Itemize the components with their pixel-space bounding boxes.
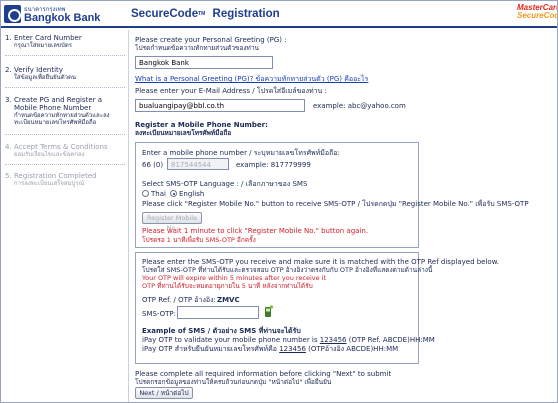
registration-label: Registration (212, 8, 280, 20)
pg-prompt-thai: โปรดกำหนดข้อความทักทายส่วนตัวของท่าน (135, 44, 259, 52)
bangkok-bank-logo: ธนาคารกรุงเทพ Bangkok Bank (4, 4, 108, 25)
sms-example-heading: Example of SMS / ตัวอย่าง SMS ที่ท่านจะไ… (142, 327, 301, 335)
step-number: 2. (5, 66, 12, 74)
step-label: Create PG and Register a Mobile Phone Nu… (14, 96, 103, 112)
otp-box: Please enter the SMS-OTP you receive and… (135, 252, 499, 364)
what-is-pg-link[interactable]: What is a Personal Greeting (PG)? ข้อควา… (135, 75, 368, 83)
footer-note-thai: โปรดกรอกข้อมูลของท่านให้ครบถ้วนก่อนกดปุ่… (135, 378, 332, 386)
sms-example-th-text: iPay OTP สำหรับยืนยันหมายเลขโทรศัพท์คือ (142, 345, 280, 353)
wait-message-thai: โปรดรอ 1 นาทีเพื่อรับ SMS-OTP อีกครั้ง (142, 236, 256, 244)
mobile-prompt: Enter a mobile phone number / ระบุหมายเล… (142, 149, 340, 157)
register-mobile-button[interactable]: Register Mobile No. (142, 212, 202, 232)
otp-instruction: Please enter the SMS-OTP you receive and… (142, 258, 500, 266)
step-label: Registration Completed (14, 172, 97, 180)
sms-otp-label: SMS-OTP: (142, 310, 177, 318)
page-title: SecureCodeTM Registration (131, 8, 280, 20)
mastercard-securecode-logo: MasterCard SecureCode (517, 3, 557, 25)
step-number: 5. (5, 172, 12, 180)
sms-example-th-ref: (OTPอ้างอิง ABCDE)HH:MM (305, 345, 399, 353)
otp-ref-label: OTP Ref. / OTP อ้างอิง: (142, 296, 216, 304)
step-number: 1. (5, 34, 12, 42)
step-number: 4. (5, 143, 12, 151)
step-label: Accept Terms & Conditions (14, 143, 108, 151)
lang-thai-label: Thai (151, 190, 166, 198)
mobile-example: example: 817779999 (236, 161, 311, 169)
lang-thai-radio[interactable] (142, 190, 149, 197)
email-example: example: abc@yahoo.com (313, 102, 406, 110)
otp-expire-note-thai: OTP ที่ท่านได้รับจะหมดอายุภายใน 5 นาที ห… (142, 282, 313, 290)
sms-example-code-th: 123456 (279, 345, 306, 353)
next-button[interactable]: Next / หน้าต่อไป (135, 387, 193, 399)
mobile-heading-thai: ลงทะเบียนหมายเลขโทรศัพท์มือถือ (135, 129, 232, 137)
country-prefix: 66 (0) (142, 161, 164, 169)
step-divider (5, 55, 125, 56)
lang-english-label: English (179, 190, 205, 198)
step-label: Enter Card Number (14, 34, 82, 42)
sms-example-en: iPay OTP to validate your mobile phone n… (142, 336, 435, 344)
step-divider (5, 87, 125, 88)
register-instruction: Please click "Register Mobile No." butto… (142, 200, 529, 208)
lang-english-radio[interactable] (170, 190, 177, 197)
mobile-heading: Register a Mobile Phone Number: (135, 121, 268, 129)
trademark-mark: TM (198, 10, 206, 17)
header: ธนาคารกรุงเทพ Bangkok Bank SecureCodeTM … (1, 1, 557, 28)
bank-name: Bangkok Bank (24, 12, 101, 24)
sms-example-en-ref: (OTP Ref. ABCDE)HH:MM (346, 336, 435, 344)
mobile-phone-icon (265, 305, 274, 317)
step-label-thai: กรุณาใส่หมายเลขบัตร (14, 42, 72, 49)
mobile-number-input[interactable]: 817544544 (167, 158, 229, 170)
step-label-thai: กำหนดข้อความทักทายส่วนตัวและลงทะเบียนหมา… (14, 112, 110, 126)
otp-ref-value: ZMVC (217, 296, 240, 304)
mobile-registration-box: Enter a mobile phone number / ระบุหมายเล… (135, 142, 529, 248)
wait-message: Please wait 1 minute to click "Register … (142, 227, 369, 235)
pg-prompt: Please create your Personal Greeting (PG… (135, 36, 287, 44)
step-label-thai: การลงทะเบียนเสร็จสมบูรณ์ (14, 180, 85, 187)
securecode-text: SecureCode (517, 11, 557, 20)
step-divider (5, 134, 125, 135)
sms-example-en-text: iPay OTP to validate your mobile phone n… (142, 336, 320, 344)
personal-greeting-input[interactable]: Bangkok Bank (135, 56, 273, 69)
step-number: 3. (5, 96, 12, 104)
otp-instruction-thai: โปรดใส่ SMS-OTP ที่ท่านได้รับและตรวจสอบ … (142, 266, 433, 274)
email-prompt: Please enter your E-Mail Address / โปรดใ… (135, 87, 327, 95)
step-label: Verify Identity (14, 66, 63, 74)
sms-otp-input[interactable] (177, 306, 259, 319)
step-divider (5, 164, 125, 165)
otp-expire-note: Your OTP will expire within 5 minutes af… (142, 274, 327, 282)
sms-example-code: 123456 (319, 336, 347, 344)
steps-sidebar: 1. Enter Card Number กรุณาใส่หมายเลขบัตร … (1, 30, 129, 402)
footer-note: Please complete all required information… (135, 370, 392, 378)
step-label-thai: ยอมรับเงื่อนไขและข้อตกลง (14, 151, 85, 158)
step-label-thai: ใส่ข้อมูลเพื่อยืนยันตัวตน (14, 74, 77, 81)
sms-example-th: iPay OTP สำหรับยืนยันหมายเลขโทรศัพท์คือ … (142, 345, 398, 353)
securecode-label: SecureCode (131, 8, 199, 20)
bank-emblem-icon (4, 5, 21, 23)
sms-language-prompt: Select SMS-OTP Language : / เลือกภาษาของ… (142, 180, 308, 188)
email-input[interactable]: bualuangipay@bbl.co.th (135, 99, 305, 112)
